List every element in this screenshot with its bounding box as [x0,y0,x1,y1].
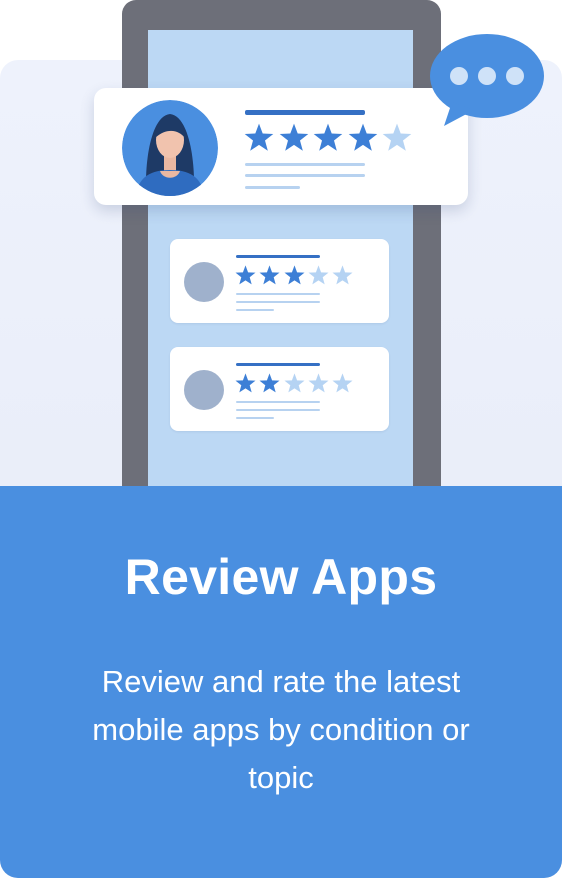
star-rating [244,123,412,153]
star-filled-icon [313,123,343,153]
star-empty-icon [308,373,329,394]
review-card-secondary [170,347,389,431]
star-empty-icon [332,373,353,394]
review-text-line [236,417,274,419]
review-card-featured [94,88,468,205]
star-filled-icon [259,373,280,394]
chat-bubble-icon [428,30,548,130]
star-filled-icon [348,123,378,153]
review-title-line [236,255,320,258]
review-text-line [245,186,300,189]
review-title-line [236,363,320,366]
review-text-line [245,163,365,166]
star-filled-icon [235,373,256,394]
review-text-line [236,301,320,303]
review-text-line [236,309,274,311]
star-filled-icon [235,265,256,286]
star-filled-icon [259,265,280,286]
star-empty-icon [382,123,412,153]
star-rating [235,265,353,286]
review-card-secondary [170,239,389,323]
avatar-placeholder [184,370,224,410]
review-text-line [236,409,320,411]
star-empty-icon [332,265,353,286]
star-empty-icon [284,373,305,394]
avatar-placeholder [184,262,224,302]
star-filled-icon [244,123,274,153]
star-empty-icon [308,265,329,286]
review-title-line [245,110,365,115]
card-title: Review Apps [124,549,438,605]
star-rating [235,373,353,394]
star-filled-icon [284,265,305,286]
review-text-line [245,174,365,177]
user-avatar-icon [122,100,218,196]
card-description: Review and rate the latest mobile apps b… [92,664,470,795]
review-text-line [236,293,320,295]
content-panel: Review Apps Review and rate the latest m… [0,486,562,878]
illustration [0,0,562,486]
star-filled-icon [279,123,309,153]
review-text-line [236,401,320,403]
